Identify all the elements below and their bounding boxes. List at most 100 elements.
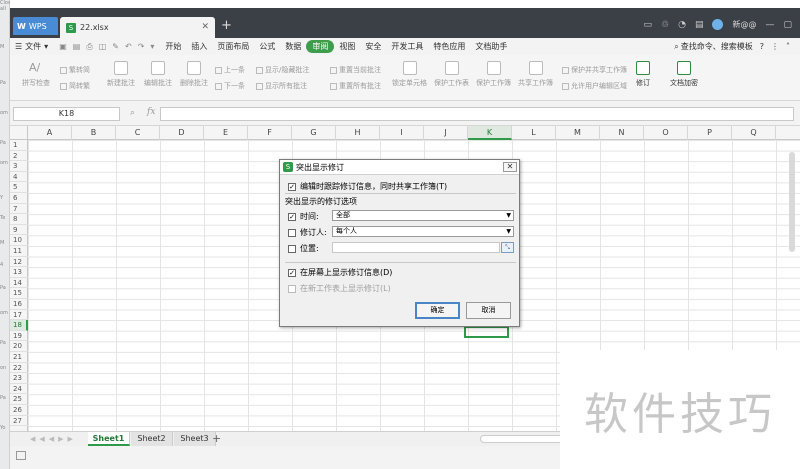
format-painter-icon[interactable]: ✎ [112,42,119,52]
show-hide-comment-button[interactable]: 显示/隐藏批注 [256,65,309,75]
add-sheet-button[interactable]: + [212,432,221,445]
layout-icon[interactable]: ▭ [644,20,653,30]
row-header[interactable]: 9 [10,225,28,236]
when-select[interactable]: 全部 ▼ [332,210,514,221]
row-header[interactable]: 23 [10,373,28,384]
row-header[interactable]: 17 [10,310,28,321]
new-tab-button[interactable]: + [221,18,232,33]
menu-item-page-layout[interactable]: 页面布局 [212,41,254,52]
show-all-comments-button[interactable]: 显示所有批注 [256,81,307,91]
doc-encrypt-button[interactable]: 文档加密 [670,61,698,88]
more-icon[interactable]: ⋮ [771,42,779,51]
delete-comment-button[interactable]: 删除批注 [180,61,208,88]
close-icon[interactable]: ✕ [503,162,517,172]
reset-current-comment-button[interactable]: 重置当前批注 [330,65,381,75]
select-all-corner[interactable] [10,126,28,140]
row-header[interactable]: 4 [10,172,28,183]
minimize-icon[interactable]: — [765,20,774,30]
track-changes-option[interactable]: ✓ 编辑时跟踪修订信息，同时共享工作簿(T) [288,181,447,192]
column-header[interactable]: N [600,126,644,140]
menu-item-home[interactable]: 开始 [160,41,186,52]
row-header[interactable]: 5 [10,182,28,193]
trad-to-simp-button[interactable]: 繁转简 [60,65,90,75]
where-option[interactable]: 位置: [288,243,319,254]
row-header[interactable]: 18 [10,320,28,331]
column-header[interactable]: E [204,126,248,140]
close-tab-icon[interactable]: ✕ [201,22,209,32]
user-name[interactable]: 新@@ [732,19,756,30]
name-box[interactable]: K18 [13,107,120,121]
column-header[interactable]: B [72,126,116,140]
edit-comment-button[interactable]: 编辑批注 [144,61,172,88]
sheet-tab-2[interactable]: Sheet2 [131,432,173,446]
when-checkbox[interactable]: ✓ [288,212,296,221]
menu-item-security[interactable]: 安全 [360,41,386,52]
chevron-down-icon[interactable]: ▾ [150,42,154,52]
protect-share-button[interactable]: 保护并共享工作簿 [562,65,627,75]
redo-icon[interactable]: ↷ [138,42,145,52]
avatar[interactable] [712,19,724,30]
skin-icon[interactable]: ♲ [661,20,669,30]
row-header[interactable]: 13 [10,267,28,278]
collapse-ribbon-icon[interactable]: ˄ [786,42,790,51]
row-header[interactable]: 7 [10,204,28,215]
row-header[interactable]: 27 [10,416,28,427]
scrollbar-thumb[interactable] [789,152,795,252]
preview-icon[interactable]: ◫ [99,42,107,52]
column-header[interactable]: K [468,126,512,140]
row-header[interactable]: 14 [10,278,28,289]
column-header[interactable]: C [116,126,160,140]
show-onscreen-checkbox[interactable]: ✓ [288,268,296,277]
menu-item-data[interactable]: 数据 [280,41,306,52]
row-header[interactable]: 3 [10,161,28,172]
row-header[interactable]: 12 [10,257,28,268]
column-header[interactable]: I [380,126,424,140]
menu-item-view[interactable]: 视图 [334,41,360,52]
row-header[interactable]: 8 [10,214,28,225]
menu-item-review[interactable]: 审阅 [306,40,335,53]
cancel-button[interactable]: 取消 [466,302,511,319]
column-header[interactable]: L [512,126,556,140]
sheet-tab-1[interactable]: Sheet1 [88,432,130,446]
where-checkbox[interactable] [288,244,296,253]
column-header[interactable]: P [688,126,732,140]
menu-item-doc-assistant[interactable]: 文档助手 [470,41,512,52]
row-header[interactable]: 6 [10,193,28,204]
protect-sheet-button[interactable]: 保护工作表 [434,61,469,88]
row-header[interactable]: 26 [10,405,28,416]
row-header[interactable]: 10 [10,235,28,246]
row-header[interactable]: 1 [10,140,28,151]
when-option[interactable]: ✓ 时间: [288,211,319,222]
formula-input[interactable] [160,107,794,121]
row-header[interactable]: 15 [10,288,28,299]
menu-icon[interactable]: ▤ [695,20,704,30]
wps-home-tab[interactable]: W WPS [13,17,58,35]
column-header[interactable]: A [28,126,72,140]
zoom-icon[interactable]: ⌕ [130,108,135,118]
active-cell[interactable] [464,326,509,338]
menu-item-features[interactable]: 特色应用 [428,41,470,52]
revise-button[interactable]: 修订 [636,61,650,88]
search-command[interactable]: ⌕ 查找命令、搜索模板 [674,41,752,52]
column-header[interactable]: Q [732,126,776,140]
export-pdf-icon[interactable]: ▤ [73,42,81,52]
prev-comment-button[interactable]: 上一条 [215,65,245,75]
menu-item-insert[interactable]: 插入 [186,41,212,52]
undo-icon[interactable]: ↶ [125,42,132,52]
next-comment-button[interactable]: 下一条 [215,81,245,91]
row-header[interactable]: 22 [10,363,28,374]
reset-all-comments-button[interactable]: 重置所有批注 [330,81,381,91]
help-icon[interactable]: ? [760,42,764,51]
sheet-nav-arrows[interactable]: ◀◀◀▶▶ [30,435,77,443]
track-changes-checkbox[interactable]: ✓ [288,182,296,191]
save-icon[interactable]: ▣ [59,42,67,52]
who-option[interactable]: 修订人: [288,227,327,238]
who-select[interactable]: 每个人 ▼ [332,226,514,237]
where-range-input[interactable] [332,242,500,253]
menu-item-developer[interactable]: 开发工具 [386,41,428,52]
row-header[interactable]: 20 [10,341,28,352]
column-header[interactable]: O [644,126,688,140]
fx-icon[interactable]: fx [147,107,155,117]
spellcheck-button[interactable]: A/ 拼写检查 [22,61,50,88]
share-workbook-button[interactable]: 共享工作簿 [518,61,553,88]
